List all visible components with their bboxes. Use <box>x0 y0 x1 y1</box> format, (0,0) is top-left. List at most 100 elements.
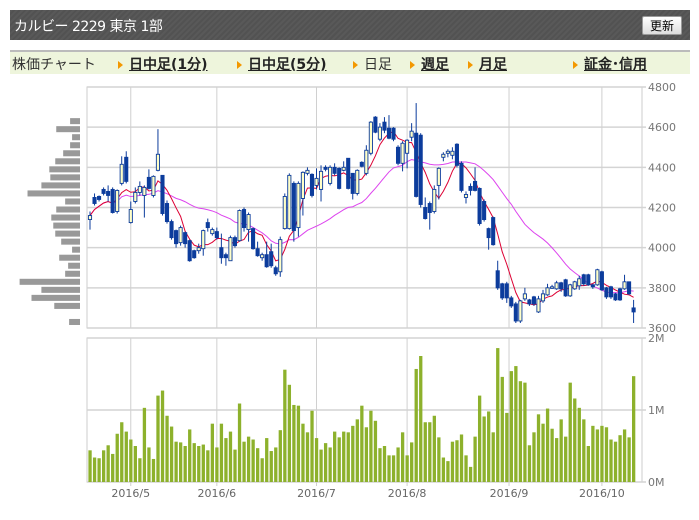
volume-bar <box>314 438 319 482</box>
candlestick <box>382 117 387 134</box>
candle-body <box>531 296 536 305</box>
candle-body <box>106 190 111 196</box>
candle-body <box>364 149 369 174</box>
volume-bar <box>328 447 332 482</box>
volume-bar <box>550 428 554 482</box>
candle-body <box>373 116 378 133</box>
date-tick-label: 2016/7 <box>297 487 336 500</box>
volume-bar <box>432 415 436 482</box>
ma-short-line <box>89 130 634 306</box>
volume-bar <box>197 446 201 482</box>
candle-body <box>400 142 405 164</box>
volume-profile-bar <box>72 134 80 141</box>
candlestick <box>282 193 287 230</box>
candle-body <box>183 232 188 245</box>
volume-bar <box>342 431 346 482</box>
volume-bar <box>591 425 595 482</box>
volume-bar <box>219 423 224 482</box>
candlestick <box>332 163 337 176</box>
candlestick <box>101 187 106 196</box>
volume-bar <box>283 369 287 482</box>
volume-bar <box>333 431 337 482</box>
candlestick <box>115 189 120 214</box>
candle-body <box>328 166 333 184</box>
candle-body <box>124 156 129 182</box>
volume-bar <box>396 447 400 482</box>
volume-bar <box>622 429 627 482</box>
volume-bar <box>233 449 237 482</box>
volume-bar <box>487 411 491 482</box>
candle-body <box>341 166 346 171</box>
candlestick <box>364 145 369 176</box>
candle-body <box>133 191 138 202</box>
candle-body <box>599 271 604 291</box>
volume-bar <box>527 445 532 482</box>
volume-bar <box>455 440 459 482</box>
volume-profile-bar <box>56 206 80 213</box>
candle-body <box>264 254 269 268</box>
candlestick <box>323 165 328 172</box>
candlestick <box>427 201 432 230</box>
volume-profile-bar <box>19 278 80 285</box>
volume-bar <box>92 457 97 482</box>
candle-body <box>617 288 623 301</box>
candle-body <box>382 121 387 131</box>
candlestick <box>536 295 541 313</box>
candlestick <box>405 139 410 169</box>
volume-bar <box>265 438 269 482</box>
candle-body <box>545 287 550 296</box>
volume-bar <box>292 404 296 482</box>
candlestick <box>337 167 342 190</box>
candle-body <box>115 189 120 212</box>
volume-bar <box>296 405 301 482</box>
candle-body <box>223 254 228 259</box>
candlestick <box>273 265 278 276</box>
candlestick <box>563 278 568 297</box>
candlestick <box>192 249 197 259</box>
candle-body <box>368 121 373 154</box>
volume-bar <box>632 376 636 482</box>
volume-bar <box>428 422 432 482</box>
candle-body <box>251 228 256 250</box>
candle-body <box>423 207 428 219</box>
candlestick <box>187 239 192 262</box>
candlestick <box>395 145 401 166</box>
volume-bar <box>496 348 500 482</box>
candle-body <box>282 196 287 230</box>
volume-bar <box>468 466 473 482</box>
candle-body <box>486 228 491 239</box>
candlestick <box>540 289 546 303</box>
volume-bar <box>301 423 305 482</box>
volume-bar <box>138 458 142 482</box>
candlestick <box>414 103 419 198</box>
volume-profile-bar <box>72 246 80 253</box>
candle-body <box>219 247 224 259</box>
volume-bar <box>287 384 292 482</box>
candle-body <box>323 166 328 170</box>
candle-body <box>260 254 265 259</box>
candlestick <box>328 165 333 186</box>
volume-bar <box>274 447 278 482</box>
candle-body <box>300 171 305 199</box>
price-tick-label: 3800 <box>648 282 676 295</box>
candlestick <box>450 147 455 160</box>
volume-tick-label: 2M <box>648 332 665 345</box>
volume-bar <box>378 448 382 482</box>
candlestick <box>373 116 378 134</box>
volume-bar <box>618 435 622 482</box>
volume-bar <box>595 429 600 482</box>
candlestick <box>318 165 324 202</box>
volume-profile-bar <box>59 254 80 261</box>
volume-bar <box>147 447 151 482</box>
candle-body <box>540 293 546 302</box>
candlestick <box>586 273 591 286</box>
candle-body <box>87 215 93 221</box>
volume-profile-bar <box>70 142 80 149</box>
candlestick <box>550 284 555 289</box>
volume-bar <box>482 416 486 482</box>
candle-body <box>164 203 170 223</box>
candle-body <box>559 282 564 290</box>
candle-body <box>436 167 441 186</box>
candlestick <box>631 299 636 323</box>
volume-bar <box>545 408 550 482</box>
